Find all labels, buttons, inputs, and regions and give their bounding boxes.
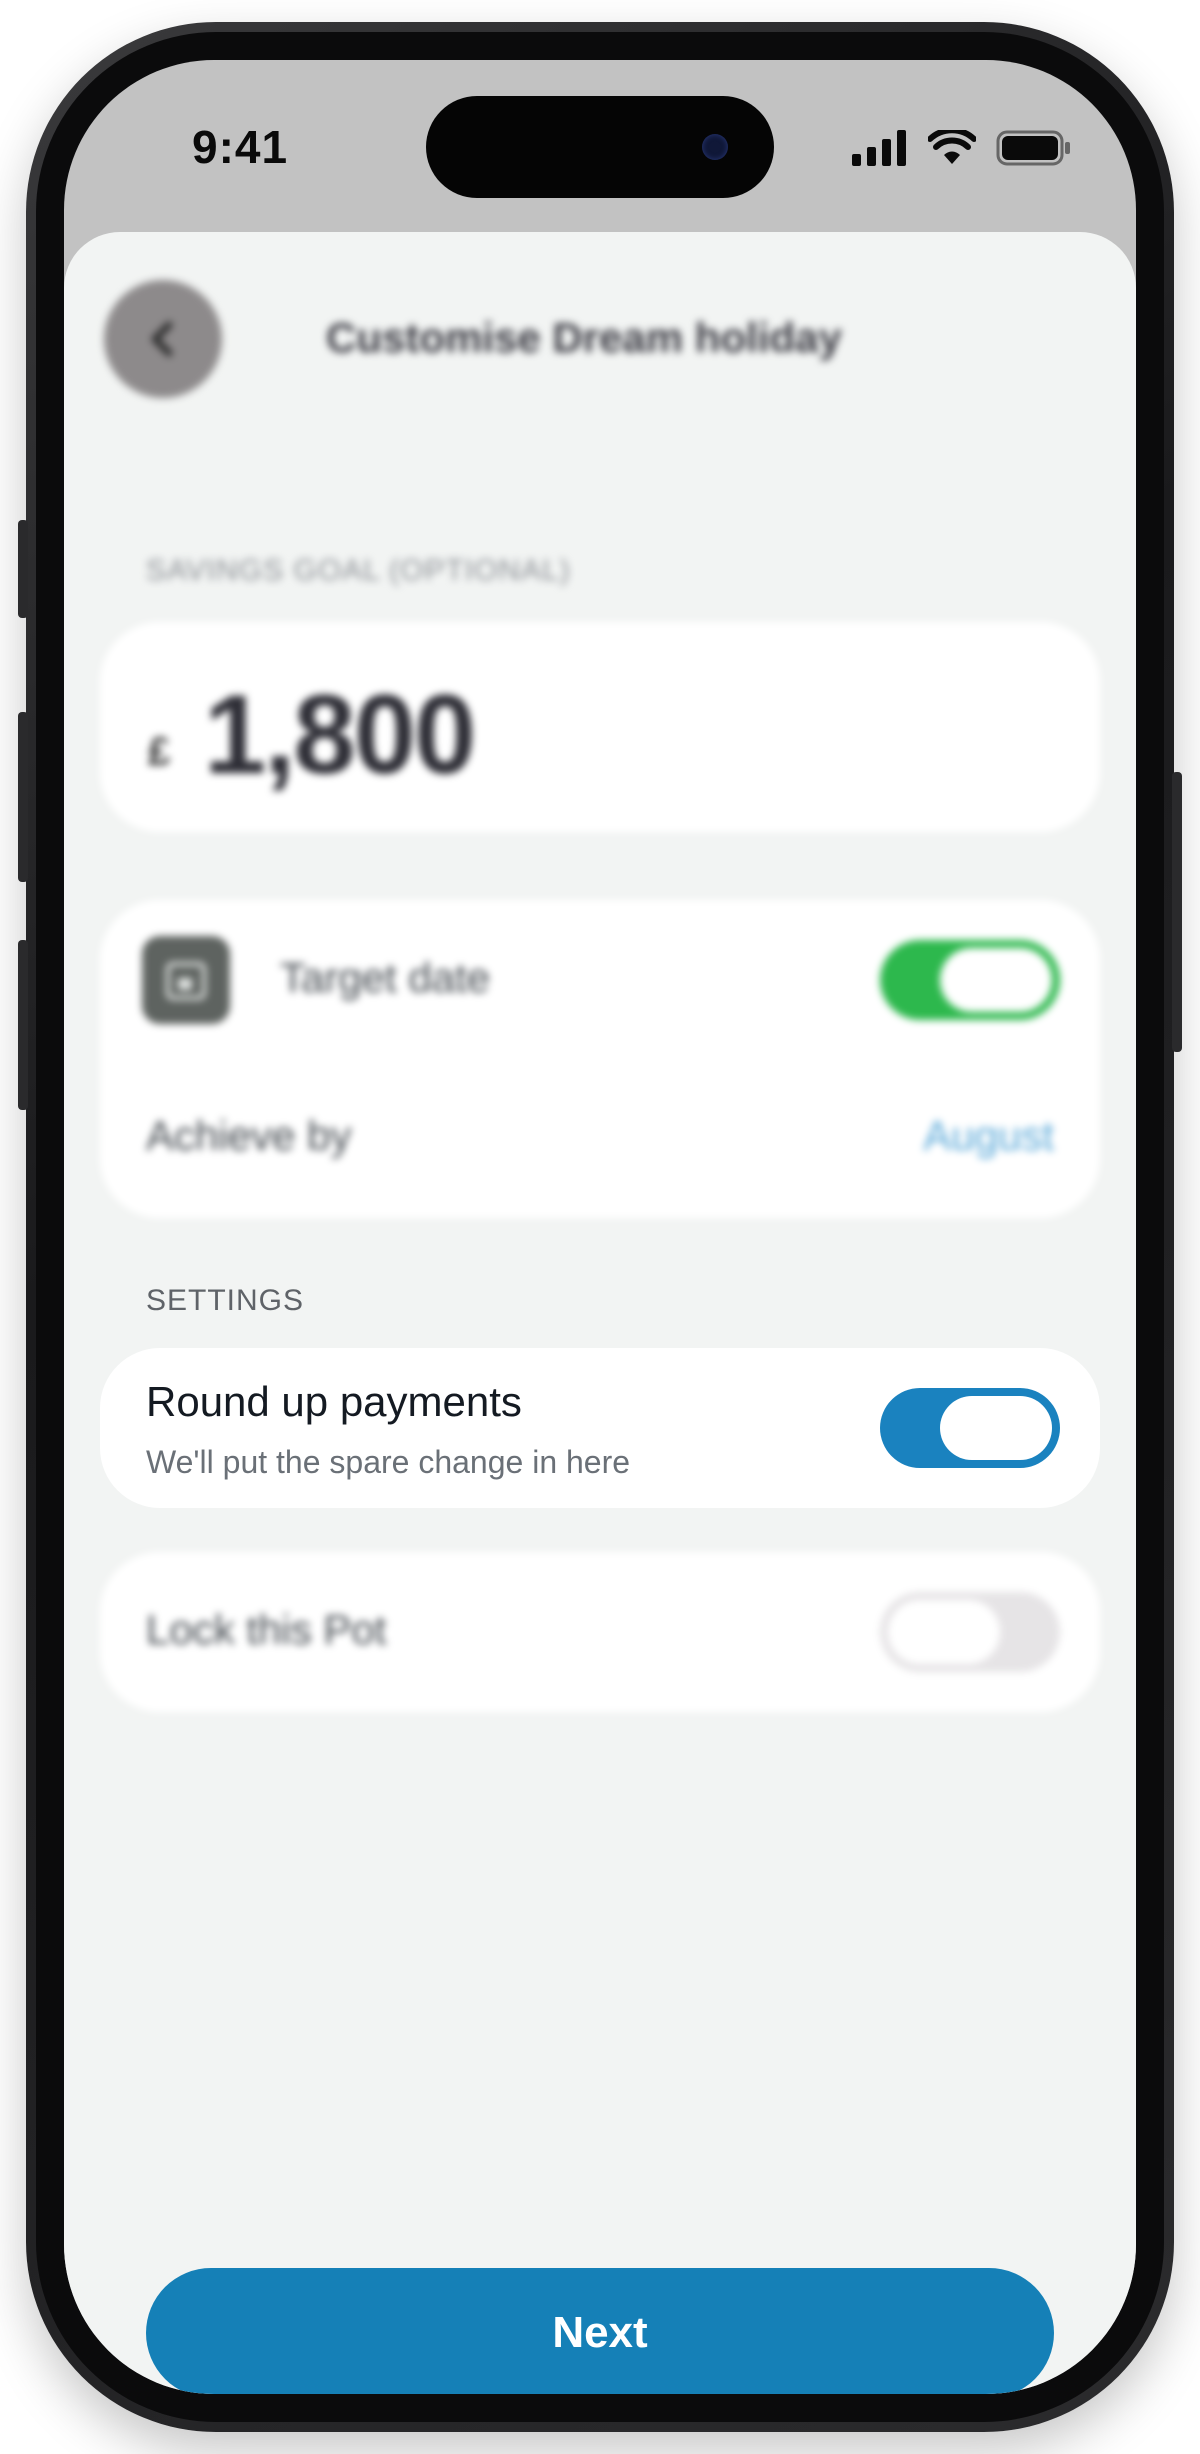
phone-screen: 9:41 Customise Dream holiday SAVINGS GOA… bbox=[64, 60, 1136, 2394]
lock-pot-toggle[interactable] bbox=[880, 1592, 1060, 1672]
action-button bbox=[18, 520, 28, 618]
lock-pot-label: Lock this Pot bbox=[146, 1606, 387, 1653]
calendar-icon bbox=[142, 936, 230, 1024]
target-date-label: Target date bbox=[280, 954, 491, 1001]
wifi-icon bbox=[928, 130, 976, 164]
currency-symbol: £ bbox=[148, 730, 171, 774]
customise-sheet: Customise Dream holiday SAVINGS GOAL (OP… bbox=[64, 232, 1136, 2394]
camera-icon bbox=[702, 134, 728, 160]
chevron-left-icon bbox=[151, 321, 173, 357]
volume-down-button bbox=[18, 940, 28, 1110]
round-up-title: Round up payments bbox=[146, 1378, 522, 1425]
round-up-subtitle: We'll put the spare change in here bbox=[146, 1444, 631, 1480]
battery-icon bbox=[996, 130, 1070, 166]
round-up-toggle[interactable] bbox=[880, 1388, 1060, 1468]
toggle-knob bbox=[888, 1600, 1000, 1664]
power-button bbox=[1172, 772, 1182, 1052]
savings-goal-label: SAVINGS GOAL (OPTIONAL) bbox=[146, 554, 571, 587]
signal-icon bbox=[852, 130, 906, 166]
toggle-knob bbox=[940, 948, 1052, 1012]
savings-goal-amount[interactable]: 1,800 bbox=[204, 670, 476, 799]
savings-goal-card[interactable]: £ 1,800 bbox=[100, 622, 1100, 832]
status-bar: 9:41 bbox=[64, 60, 1136, 230]
achieve-by-label: Achieve by bbox=[146, 1112, 352, 1159]
toggle-knob bbox=[940, 1396, 1052, 1460]
page-title: Customise Dream holiday bbox=[326, 314, 842, 361]
target-date-card: Target date Achieve by August bbox=[100, 900, 1100, 1218]
achieve-by-month[interactable]: August bbox=[923, 1112, 1054, 1160]
round-up-card: Round up payments We'll put the spare ch… bbox=[100, 1348, 1100, 1508]
dynamic-island bbox=[426, 96, 774, 198]
status-icons bbox=[852, 130, 1072, 166]
target-date-toggle[interactable] bbox=[880, 940, 1060, 1020]
lock-pot-card: Lock this Pot bbox=[100, 1552, 1100, 1712]
volume-up-button bbox=[18, 712, 28, 882]
back-button[interactable] bbox=[104, 280, 222, 398]
status-time: 9:41 bbox=[192, 121, 289, 173]
settings-label: SETTINGS bbox=[146, 1284, 305, 1317]
